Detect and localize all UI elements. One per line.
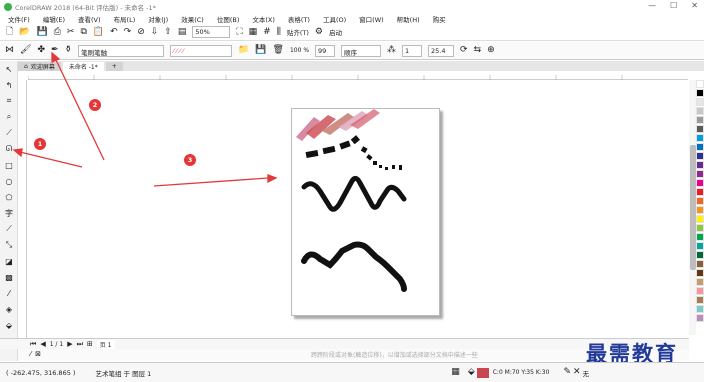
annotation-overlay [12, 51, 278, 187]
no-fill-icon[interactable]: ⊠ [35, 351, 41, 358]
document-color-icon[interactable]: ▦ [451, 368, 460, 377]
annotation-badge-3: 3 [184, 154, 196, 166]
add-page-icon[interactable]: ⊞ [87, 340, 93, 348]
previous-page-icon[interactable]: ◀ [40, 340, 45, 348]
first-page-icon[interactable]: ⏮ [30, 340, 36, 348]
page-counter: 1 / 1 [49, 340, 64, 348]
eyedropper-icon[interactable]: ⁄ [30, 351, 31, 358]
fill-color-values: C:0 M:70 Y:35 K:30 [492, 369, 550, 376]
page-tab[interactable]: 页 1 [96, 339, 115, 349]
fill-color-swatch[interactable] [476, 367, 489, 378]
selection-info: 艺术笔组 于 图层 1 [95, 369, 152, 378]
arrow-head-2 [51, 51, 61, 63]
outline-value: 无 [582, 369, 590, 378]
cursor-coordinates: ( -262.475, 316.865 ) [6, 368, 76, 377]
hint-text: 跨跨阶段或对象(触造位移)，以增加或选择部分文档中描述一些 [311, 352, 478, 359]
annotation-arrow-3 [153, 177, 269, 187]
next-page-icon[interactable]: ▶ [67, 340, 72, 348]
status-bar: ( -262.475, 316.865 ) 艺术笔组 于 图层 1 ▦ ⬙ C:… [0, 362, 704, 382]
outline-pen-icon[interactable]: ✎ [563, 368, 571, 377]
annotation-arrow-1 [19, 151, 83, 168]
arrow-head-3 [267, 174, 278, 184]
annotation-badge-1: 1 [34, 138, 46, 150]
fill-bucket-icon[interactable]: ⬙ [468, 368, 475, 377]
annotation-badge-2: 2 [89, 99, 101, 111]
arrow-head-1 [12, 148, 23, 158]
outline-none-icon[interactable]: ✕ [573, 368, 581, 377]
last-page-icon[interactable]: ⏭ [77, 340, 83, 348]
